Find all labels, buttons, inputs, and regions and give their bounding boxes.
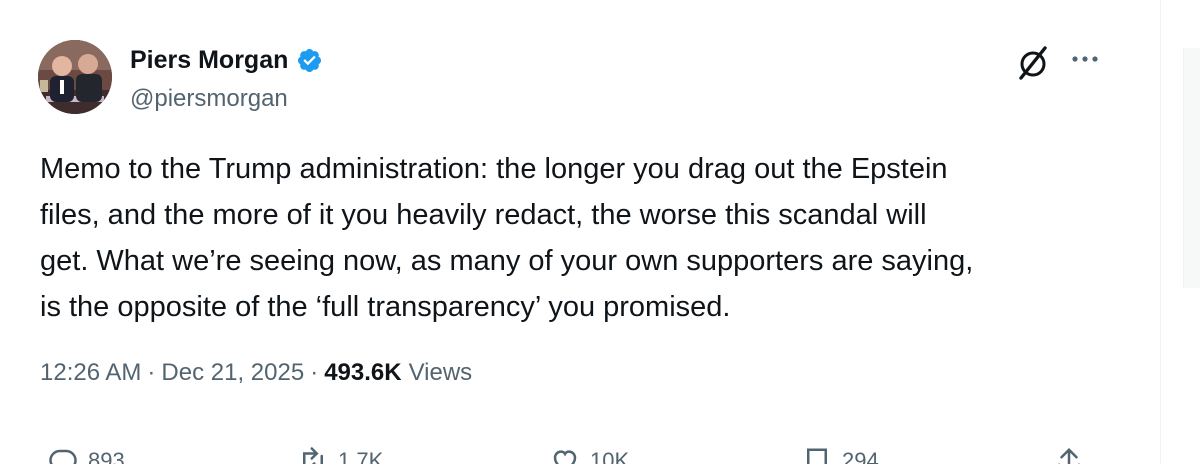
repost-icon	[303, 447, 323, 464]
views-count[interactable]: 493.6K	[324, 359, 401, 387]
like-button[interactable]: 10K	[550, 446, 629, 464]
share-button[interactable]	[1054, 446, 1084, 464]
avatar-image	[38, 40, 112, 114]
avatar[interactable]	[38, 40, 112, 114]
tweet-actions: 893 1.7K 10K 294	[40, 446, 1100, 464]
meta-separator: ·	[147, 359, 156, 386]
repost-count: 1.7K	[338, 448, 384, 464]
bookmark-icon	[807, 448, 827, 464]
reply-icon	[49, 449, 77, 464]
repost-button[interactable]: 1.7K	[298, 446, 383, 464]
verified-badge-icon[interactable]	[296, 47, 323, 74]
author-name-row: Piers Morgan	[130, 44, 323, 76]
grok-icon[interactable]	[1014, 44, 1052, 82]
like-icon	[553, 450, 577, 464]
tweet-meta: 12:26 AM · Dec 21, 2025 · 493.6K Views	[40, 356, 472, 390]
column-divider	[1160, 0, 1161, 464]
views-label: Views	[408, 359, 473, 386]
bookmark-button[interactable]: 294	[802, 446, 879, 464]
reply-count: 893	[88, 448, 125, 464]
tweet-text: Memo to the Trump administration: the lo…	[40, 153, 974, 323]
tweet: Piers Morgan @piersmorgan Memo to the Tr…	[0, 0, 1160, 464]
tweet-time[interactable]: 12:26 AM	[40, 359, 141, 387]
tweet-date[interactable]: Dec 21, 2025	[161, 359, 304, 387]
more-options-icon[interactable]	[1068, 48, 1102, 70]
meta-separator: ·	[310, 359, 319, 386]
like-count: 10K	[590, 448, 630, 464]
share-icon	[1058, 447, 1080, 464]
author-display-name[interactable]: Piers Morgan	[130, 46, 288, 75]
author-handle[interactable]: @piersmorgan	[130, 85, 288, 113]
scrollbar-track[interactable]	[1183, 48, 1200, 288]
bookmark-count: 294	[842, 448, 879, 464]
reply-button[interactable]: 893	[48, 446, 125, 464]
